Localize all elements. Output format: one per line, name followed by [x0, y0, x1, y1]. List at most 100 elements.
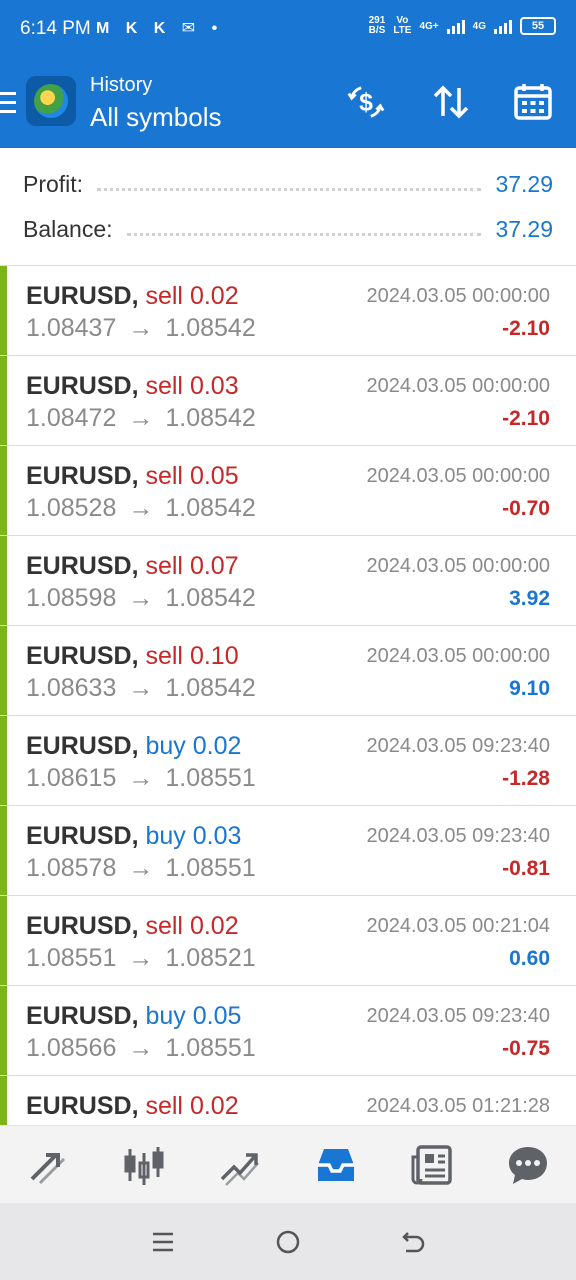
metatrader-logo[interactable]	[26, 76, 76, 126]
trade-volume: 0.03	[189, 372, 239, 400]
svg-text:$: $	[359, 90, 373, 117]
trade-time: 2024.03.05 00:00:00	[366, 555, 550, 577]
trade-title: EURUSD, buy 0.03	[26, 822, 241, 851]
hamburger-icon[interactable]	[0, 92, 16, 114]
history-tab[interactable]	[306, 1135, 366, 1195]
recents-button[interactable]	[143, 1222, 183, 1262]
trade-row[interactable]: EURUSD, sell 0.02 1.08551 → 1.08521 2024.0…	[0, 896, 576, 986]
trade-row[interactable]: EURUSD, sell 0.02 1.08437 → 1.08542 2024.0…	[0, 266, 576, 356]
close-price: 1.08521	[165, 944, 256, 972]
trade-symbol: EURUSD,	[26, 462, 139, 490]
trade-row[interactable]: EURUSD, sell 0.05 1.08528 → 1.08542 2024.0…	[0, 446, 576, 536]
app-bar: History All symbols $	[0, 60, 576, 148]
sort-icon[interactable]	[431, 82, 471, 122]
page-title[interactable]: All symbols	[90, 102, 221, 133]
trade-type: sell	[145, 282, 183, 310]
trade-time: 2024.03.05 01:21:28	[366, 1095, 550, 1117]
trade-title: EURUSD, sell 0.10	[26, 642, 239, 671]
trade-row[interactable]: EURUSD, sell 0.02 2024.03.05 01:21:28	[0, 1076, 576, 1126]
profit-label: Profit:	[23, 170, 84, 197]
trade-volume: 0.02	[192, 732, 242, 760]
trade-time: 2024.03.05 00:00:00	[366, 285, 550, 307]
row-accent-bar	[0, 536, 7, 625]
trade-type: sell	[145, 462, 183, 490]
inbox-icon	[318, 1148, 354, 1181]
system-icons: 291 B/S Vo LTE 4G+ 4G 55	[369, 16, 556, 36]
net-speed-unit: B/S	[368, 25, 386, 36]
trade-profit: 9.10	[509, 677, 550, 700]
trade-time: 2024.03.05 09:23:40	[366, 1005, 550, 1027]
back-arrow-icon	[402, 1231, 425, 1252]
trade-symbol: EURUSD,	[26, 912, 139, 940]
row-accent-bar	[0, 986, 7, 1075]
trade-prices: 1.08437 → 1.08542	[26, 314, 256, 343]
status-bar: 6:14 PM M K K ✉ • 291 B/S Vo LTE 4G+ 4G …	[0, 0, 576, 60]
trade-row[interactable]: EURUSD, sell 0.03 1.08472 → 1.08542 2024.0…	[0, 356, 576, 446]
arrow-glyph: →	[128, 404, 154, 432]
home-button[interactable]	[268, 1222, 308, 1262]
news-tab[interactable]	[402, 1135, 462, 1195]
trade-symbol: EURUSD,	[26, 822, 139, 850]
trade-prices: 1.08578 → 1.08551	[26, 854, 256, 883]
trade-type: sell	[145, 552, 183, 580]
arrow-glyph: →	[128, 314, 154, 342]
trade-symbol: EURUSD,	[26, 732, 139, 760]
trade-history-list[interactable]: EURUSD, sell 0.02 1.08437 → 1.08542 2024.0…	[0, 266, 576, 1126]
trade-time: 2024.03.05 00:00:00	[366, 465, 550, 487]
close-price: 1.08551	[165, 854, 256, 882]
open-price: 1.08598	[26, 584, 117, 612]
trade-prices: 1.08598 → 1.08542	[26, 584, 256, 613]
trade-profit: 3.92	[509, 587, 550, 610]
row-accent-bar	[0, 446, 7, 535]
trade-volume: 0.03	[192, 822, 242, 850]
trade-title: EURUSD, sell 0.02	[26, 912, 239, 941]
trade-profit: -2.10	[502, 407, 550, 430]
trade-row[interactable]: EURUSD, sell 0.10 1.08633 → 1.08542 2024.0…	[0, 626, 576, 716]
trade-row[interactable]: EURUSD, sell 0.07 1.08598 → 1.08542 2024.0…	[0, 536, 576, 626]
chart-tab[interactable]	[114, 1135, 174, 1195]
row-accent-bar	[0, 806, 7, 895]
trade-volume: 0.02	[189, 282, 239, 310]
trade-type: sell	[145, 642, 183, 670]
trade-row[interactable]: EURUSD, buy 0.02 1.08615 → 1.08551 2024.03…	[0, 716, 576, 806]
trade-volume: 0.10	[189, 642, 239, 670]
open-price: 1.08615	[26, 764, 117, 792]
dollar-refresh-icon[interactable]: $	[346, 82, 386, 122]
signal-icon	[446, 18, 465, 34]
trade-tab[interactable]	[210, 1135, 270, 1195]
close-price: 1.08551	[165, 1034, 256, 1062]
trade-prices: 1.08633 → 1.08542	[26, 674, 256, 703]
calendar-icon[interactable]	[513, 82, 553, 122]
volte-indicator: Vo LTE	[393, 16, 411, 36]
back-button[interactable]	[393, 1222, 433, 1262]
row-accent-bar	[0, 896, 7, 985]
arrow-glyph: →	[128, 944, 154, 972]
network-4g-plus: 4G+	[419, 20, 439, 32]
trade-title: EURUSD, sell 0.02	[26, 1092, 239, 1121]
arrow-glyph: →	[128, 1034, 154, 1062]
trade-title: EURUSD, sell 0.02	[26, 282, 239, 311]
trade-symbol: EURUSD,	[26, 1002, 139, 1030]
newspaper-icon	[411, 1144, 452, 1185]
row-accent-bar	[0, 626, 7, 715]
trade-prices: 1.08551 → 1.08521	[26, 944, 256, 973]
trade-symbol: EURUSD,	[26, 372, 139, 400]
open-price: 1.08437	[26, 314, 117, 342]
trade-row[interactable]: EURUSD, buy 0.03 1.08578 → 1.08551 2024.03…	[0, 806, 576, 896]
trade-time: 2024.03.05 00:00:00	[366, 645, 550, 667]
arrow-glyph: →	[128, 494, 154, 522]
trade-title: EURUSD, sell 0.05	[26, 462, 239, 491]
quotes-tab[interactable]	[18, 1135, 78, 1195]
messages-tab[interactable]	[498, 1135, 558, 1195]
row-accent-bar	[0, 1076, 7, 1126]
close-price: 1.08542	[165, 314, 256, 342]
volte-bottom: LTE	[393, 25, 412, 36]
open-price: 1.08578	[26, 854, 117, 882]
trade-volume: 0.07	[189, 552, 239, 580]
arrow-glyph: →	[128, 854, 154, 882]
trade-volume: 0.05	[189, 462, 239, 490]
trade-row[interactable]: EURUSD, buy 0.05 1.08566 → 1.08551 2024.03…	[0, 986, 576, 1076]
dotted-leader	[126, 222, 482, 236]
trade-time: 2024.03.05 00:00:00	[366, 375, 550, 397]
balance-label: Balance:	[23, 215, 113, 242]
